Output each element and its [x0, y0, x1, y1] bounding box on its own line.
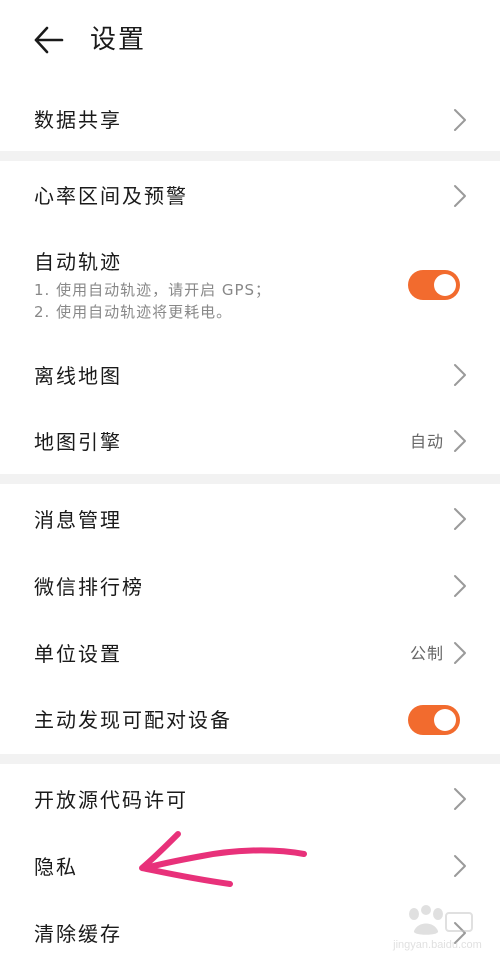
settings-item-unit-settings[interactable]: 单位设置 公制 — [0, 630, 500, 678]
header-bar: 设置 — [0, 0, 500, 80]
auto-track-toggle[interactable] — [408, 270, 460, 300]
settings-item-label: 隐私 — [34, 855, 78, 879]
settings-item-auto-track: 自动轨迹 1. 使用自动轨迹，请开启 GPS； 2. 使用自动轨迹将更耗电。 — [0, 244, 500, 334]
chevron-right-icon — [454, 364, 466, 386]
baidu-paw-logo-icon — [409, 905, 473, 935]
section-divider — [0, 151, 500, 161]
chevron-right-icon — [454, 109, 466, 131]
chevron-right-icon — [454, 185, 466, 207]
settings-item-label: 地图引擎 — [34, 430, 122, 454]
annotation-arrow-icon — [139, 831, 307, 887]
discover-devices-toggle[interactable] — [408, 705, 460, 735]
section-divider — [0, 474, 500, 484]
toggle-knob — [434, 274, 456, 296]
settings-item-map-engine[interactable]: 地图引擎 自动 — [0, 418, 500, 466]
settings-item-discover-devices: 主动发现可配对设备 — [0, 696, 500, 744]
settings-item-label: 开放源代码许可 — [34, 788, 188, 812]
chevron-right-icon — [454, 508, 466, 530]
watermark-text: jingyan.baidu.com — [393, 939, 482, 951]
settings-item-label: 微信排行榜 — [34, 575, 144, 599]
settings-item-label: 主动发现可配对设备 — [34, 708, 232, 732]
settings-item-heart-rate[interactable]: 心率区间及预警 — [0, 174, 500, 222]
back-arrow-icon[interactable] — [30, 22, 66, 58]
settings-item-label: 消息管理 — [34, 508, 122, 532]
settings-item-description: 2. 使用自动轨迹将更耗电。 — [34, 303, 233, 321]
section-divider — [0, 754, 500, 764]
chevron-right-icon — [454, 575, 466, 597]
settings-item-label: 数据共享 — [34, 108, 122, 132]
chevron-right-icon — [454, 855, 466, 877]
settings-item-message-management[interactable]: 消息管理 — [0, 496, 500, 544]
settings-item-label: 清除缓存 — [34, 922, 122, 946]
settings-item-label: 自动轨迹 — [34, 250, 122, 274]
settings-item-description: 1. 使用自动轨迹，请开启 GPS； — [34, 281, 272, 299]
baidu-watermark: jingyan.baidu.com — [380, 905, 495, 961]
settings-item-value: 自动 — [409, 432, 444, 451]
chevron-right-icon — [454, 642, 466, 664]
settings-item-wechat-rank[interactable]: 微信排行榜 — [0, 563, 500, 611]
chevron-right-icon — [454, 430, 466, 452]
settings-item-label: 单位设置 — [34, 642, 122, 666]
settings-item-label: 心率区间及预警 — [34, 184, 188, 208]
settings-item-label: 离线地图 — [34, 364, 122, 388]
settings-item-value: 公制 — [409, 644, 444, 663]
settings-item-open-source[interactable]: 开放源代码许可 — [0, 776, 500, 824]
chevron-right-icon — [454, 788, 466, 810]
settings-item-offline-map[interactable]: 离线地图 — [0, 352, 500, 400]
settings-item-data-share[interactable]: 数据共享 — [0, 96, 500, 144]
toggle-knob — [434, 709, 456, 731]
page-title: 设置 — [90, 25, 147, 55]
